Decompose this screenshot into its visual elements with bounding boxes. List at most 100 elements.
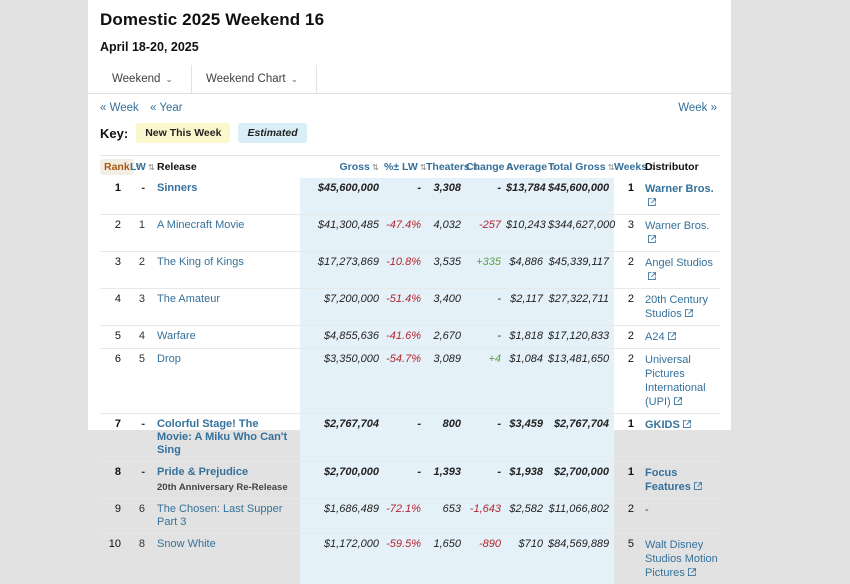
release-link[interactable]: The Amateur — [157, 293, 220, 305]
release-cell: The King of Kings — [150, 252, 300, 289]
release-cell: Drop — [150, 349, 300, 414]
lw-cell: - — [130, 178, 150, 215]
next-week-link[interactable]: Week » — [678, 102, 717, 114]
new-this-week-badge: New This Week — [136, 123, 230, 143]
release-cell: Warfare — [150, 326, 300, 349]
weeks-cell: 3 — [614, 215, 638, 252]
theaters-cell: 3,308 — [426, 178, 466, 215]
rank-cell: 6 — [100, 349, 130, 414]
pct-lw-cell: - — [384, 178, 426, 215]
distributor-name: 20th Century Studios — [645, 294, 708, 320]
content-panel: Domestic 2025 Weekend 16 April 18-20, 20… — [88, 0, 731, 430]
theaters-cell: 3,535 — [426, 252, 466, 289]
average-cell: $710 — [506, 534, 548, 584]
distributor-link[interactable]: Walt Disney Studios Motion Pictures — [645, 539, 718, 579]
release-link[interactable]: The King of Kings — [157, 256, 244, 268]
release-link[interactable]: The Chosen: Last Supper Part 3 — [157, 503, 282, 528]
total-gross-cell: $27,322,711 — [548, 289, 614, 326]
column-header-rank[interactable]: Rank^ — [100, 156, 130, 179]
lw-cell: 8 — [130, 534, 150, 584]
distributor-link[interactable]: 20th Century Studios — [645, 294, 708, 320]
pct-lw-cell: -59.5% — [384, 534, 426, 584]
release-cell: A Minecraft Movie — [150, 215, 300, 252]
lw-cell: 5 — [130, 349, 150, 414]
table-row: 1 - Sinners $45,600,000 - 3,308 - $13,78… — [100, 178, 720, 215]
external-link-icon — [685, 309, 693, 317]
external-link-icon — [694, 482, 702, 490]
tab-weekend-chart[interactable]: Weekend Chart⌄ — [192, 65, 317, 93]
gross-cell: $2,767,704 — [300, 414, 384, 462]
prev-year-link[interactable]: « Year — [150, 102, 183, 114]
external-link-icon — [688, 568, 696, 576]
table-row: 4 3 The Amateur $7,200,000 -51.4% 3,400 … — [100, 289, 720, 326]
average-cell: $3,459 — [506, 414, 548, 462]
sort-icon: ⇅ — [148, 162, 155, 172]
change-cell: +335 — [466, 252, 506, 289]
pct-lw-cell: -51.4% — [384, 289, 426, 326]
rank-cell: 3 — [100, 252, 130, 289]
column-header-theaters[interactable]: Theaters⇅ — [426, 156, 466, 179]
column-header-weeks[interactable]: Weeks⇅ — [614, 156, 638, 179]
column-header-pct-lw[interactable]: %± LW⇅ — [384, 156, 426, 179]
prev-week-link[interactable]: « Week — [100, 102, 139, 114]
distributor-link[interactable]: Universal Pictures International (UPI) — [645, 354, 706, 408]
rank-cell: 7 — [100, 414, 130, 462]
release-link[interactable]: Snow White — [157, 538, 216, 550]
distributor-link[interactable]: Focus Features — [645, 467, 702, 493]
release-cell: Sinners — [150, 178, 300, 215]
external-link-icon — [668, 332, 676, 340]
gross-cell: $4,855,636 — [300, 326, 384, 349]
column-header-total-gross[interactable]: Total Gross⇅ — [548, 156, 614, 179]
average-cell: $13,784 — [506, 178, 548, 215]
lw-cell: - — [130, 414, 150, 462]
gross-cell: $1,172,000 — [300, 534, 384, 584]
theaters-cell: 1,650 — [426, 534, 466, 584]
release-link[interactable]: A Minecraft Movie — [157, 219, 244, 231]
release-link[interactable]: Drop — [157, 353, 181, 365]
pct-lw-cell: -47.4% — [384, 215, 426, 252]
total-gross-cell: $2,700,000 — [548, 462, 614, 499]
weeks-cell: 5 — [614, 534, 638, 584]
table-row: 7 - Colorful Stage! The Movie: A Miku Wh… — [100, 414, 720, 462]
release-link[interactable]: Warfare — [157, 330, 196, 342]
legend-label: Key: — [100, 126, 128, 141]
total-gross-cell: $11,066,802 — [548, 499, 614, 534]
distributor-cell: Universal Pictures International (UPI) — [638, 349, 720, 414]
average-cell: $4,886 — [506, 252, 548, 289]
date-range: April 18-20, 2025 — [100, 40, 719, 54]
table-body: 1 - Sinners $45,600,000 - 3,308 - $13,78… — [100, 178, 720, 584]
distributor-link[interactable]: Warner Bros. — [645, 183, 714, 209]
distributor-cell: Walt Disney Studios Motion Pictures — [638, 534, 720, 584]
rank-cell: 4 — [100, 289, 130, 326]
distributor-link[interactable]: Angel Studios — [645, 257, 713, 283]
rank-cell: 8 — [100, 462, 130, 499]
distributor-link[interactable]: Warner Bros. — [645, 220, 709, 246]
release-link[interactable]: Pride & Prejudice — [157, 466, 248, 478]
release-link[interactable]: Colorful Stage! The Movie: A Miku Who Ca… — [157, 418, 287, 456]
theaters-cell: 653 — [426, 499, 466, 534]
column-header-release: Release — [150, 156, 300, 179]
table-row: 10 8 Snow White $1,172,000 -59.5% 1,650 … — [100, 534, 720, 584]
lw-cell: 4 — [130, 326, 150, 349]
external-link-icon — [683, 420, 691, 428]
tab-weekend[interactable]: Weekend⌄ — [98, 65, 192, 93]
weeks-cell: 2 — [614, 326, 638, 349]
column-header-average[interactable]: Average⇅ — [506, 156, 548, 179]
distributor-link[interactable]: GKIDS — [645, 419, 691, 431]
distributor-name: Warner Bros. — [645, 220, 709, 232]
gross-cell: $7,200,000 — [300, 289, 384, 326]
distributor-link[interactable]: A24 — [645, 331, 676, 343]
external-link-icon — [674, 397, 682, 405]
column-header-gross[interactable]: Gross⇅ — [300, 156, 384, 179]
distributor-cell: Focus Features — [638, 462, 720, 499]
column-header-change[interactable]: Change⇅ — [466, 156, 506, 179]
external-link-icon — [648, 272, 656, 280]
average-cell: $2,582 — [506, 499, 548, 534]
page-title: Domestic 2025 Weekend 16 — [100, 10, 719, 30]
distributor-cell: Warner Bros. — [638, 178, 720, 215]
pct-lw-cell: -54.7% — [384, 349, 426, 414]
total-gross-cell: $84,569,889 — [548, 534, 614, 584]
release-cell: Colorful Stage! The Movie: A Miku Who Ca… — [150, 414, 300, 462]
release-link[interactable]: Sinners — [157, 182, 197, 194]
total-gross-cell: $17,120,833 — [548, 326, 614, 349]
